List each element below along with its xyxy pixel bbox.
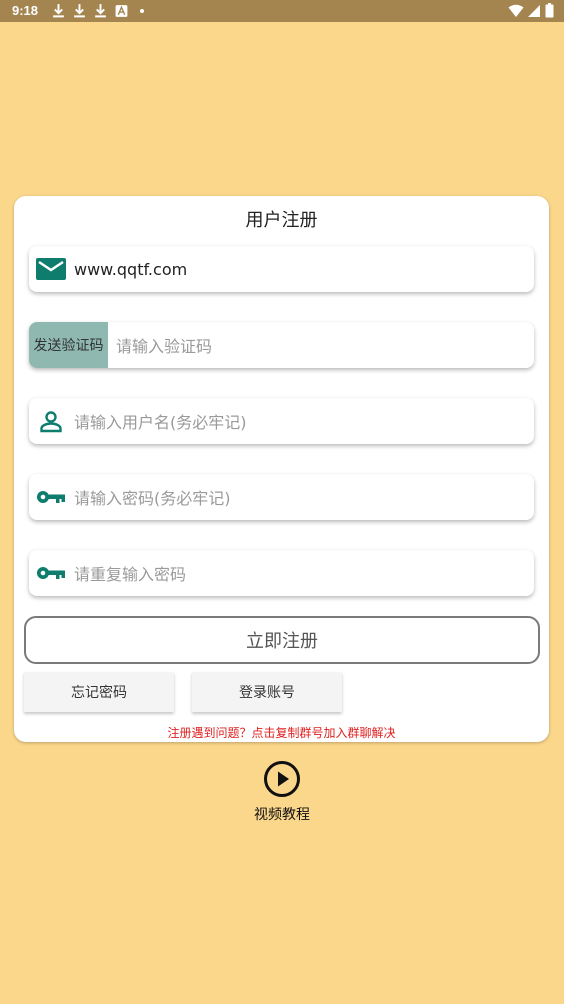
- download-icon: [74, 4, 85, 18]
- key-icon: [36, 485, 66, 509]
- email-field[interactable]: www.qqtf.com: [29, 246, 534, 292]
- confirm-password-input[interactable]: 请重复输入密码: [74, 561, 186, 585]
- username-field[interactable]: 请输入用户名(务必牢记): [29, 398, 534, 444]
- wifi-icon: [508, 4, 524, 17]
- signal-icon: [528, 4, 540, 17]
- forgot-password-button[interactable]: 忘记密码: [24, 672, 174, 712]
- play-circle-icon: [264, 761, 300, 797]
- user-icon: [36, 409, 66, 433]
- notification-dot: [140, 8, 144, 13]
- status-bar: 9:18: [0, 0, 564, 22]
- key-icon: [36, 561, 66, 585]
- login-account-button[interactable]: 登录账号: [192, 672, 342, 712]
- verification-code-row: 发送验证码 请输入验证码: [29, 322, 534, 368]
- verification-code-input[interactable]: 请输入验证码: [116, 333, 212, 357]
- status-notification-icons: [52, 3, 144, 18]
- video-tutorial-button[interactable]: 视频教程: [242, 760, 322, 824]
- status-time: 9:18: [12, 3, 39, 18]
- help-hint-link[interactable]: 注册遇到问题？点击复制群号加入群聊解决: [14, 724, 549, 741]
- page-title: 用户注册: [245, 210, 318, 231]
- register-card: 用户注册 www.qqtf.com 发送验证码 请输入验证码 请输入用户名(务必…: [14, 196, 549, 742]
- password-field[interactable]: 请输入密码(务必牢记): [29, 474, 534, 520]
- download-icon: [53, 4, 64, 18]
- video-tutorial-label: 视频教程: [254, 807, 310, 823]
- download-icon: [95, 4, 106, 18]
- font-icon: [115, 5, 128, 17]
- status-right-icons: [508, 3, 554, 18]
- battery-icon: [545, 3, 554, 18]
- mail-icon: [36, 257, 66, 281]
- email-value: www.qqtf.com: [74, 259, 188, 279]
- username-input[interactable]: 请输入用户名(务必牢记): [74, 409, 247, 433]
- password-input[interactable]: 请输入密码(务必牢记): [74, 485, 231, 509]
- register-button[interactable]: 立即注册: [24, 616, 540, 664]
- confirm-password-field[interactable]: 请重复输入密码: [29, 550, 534, 596]
- send-code-button[interactable]: 发送验证码: [29, 322, 108, 368]
